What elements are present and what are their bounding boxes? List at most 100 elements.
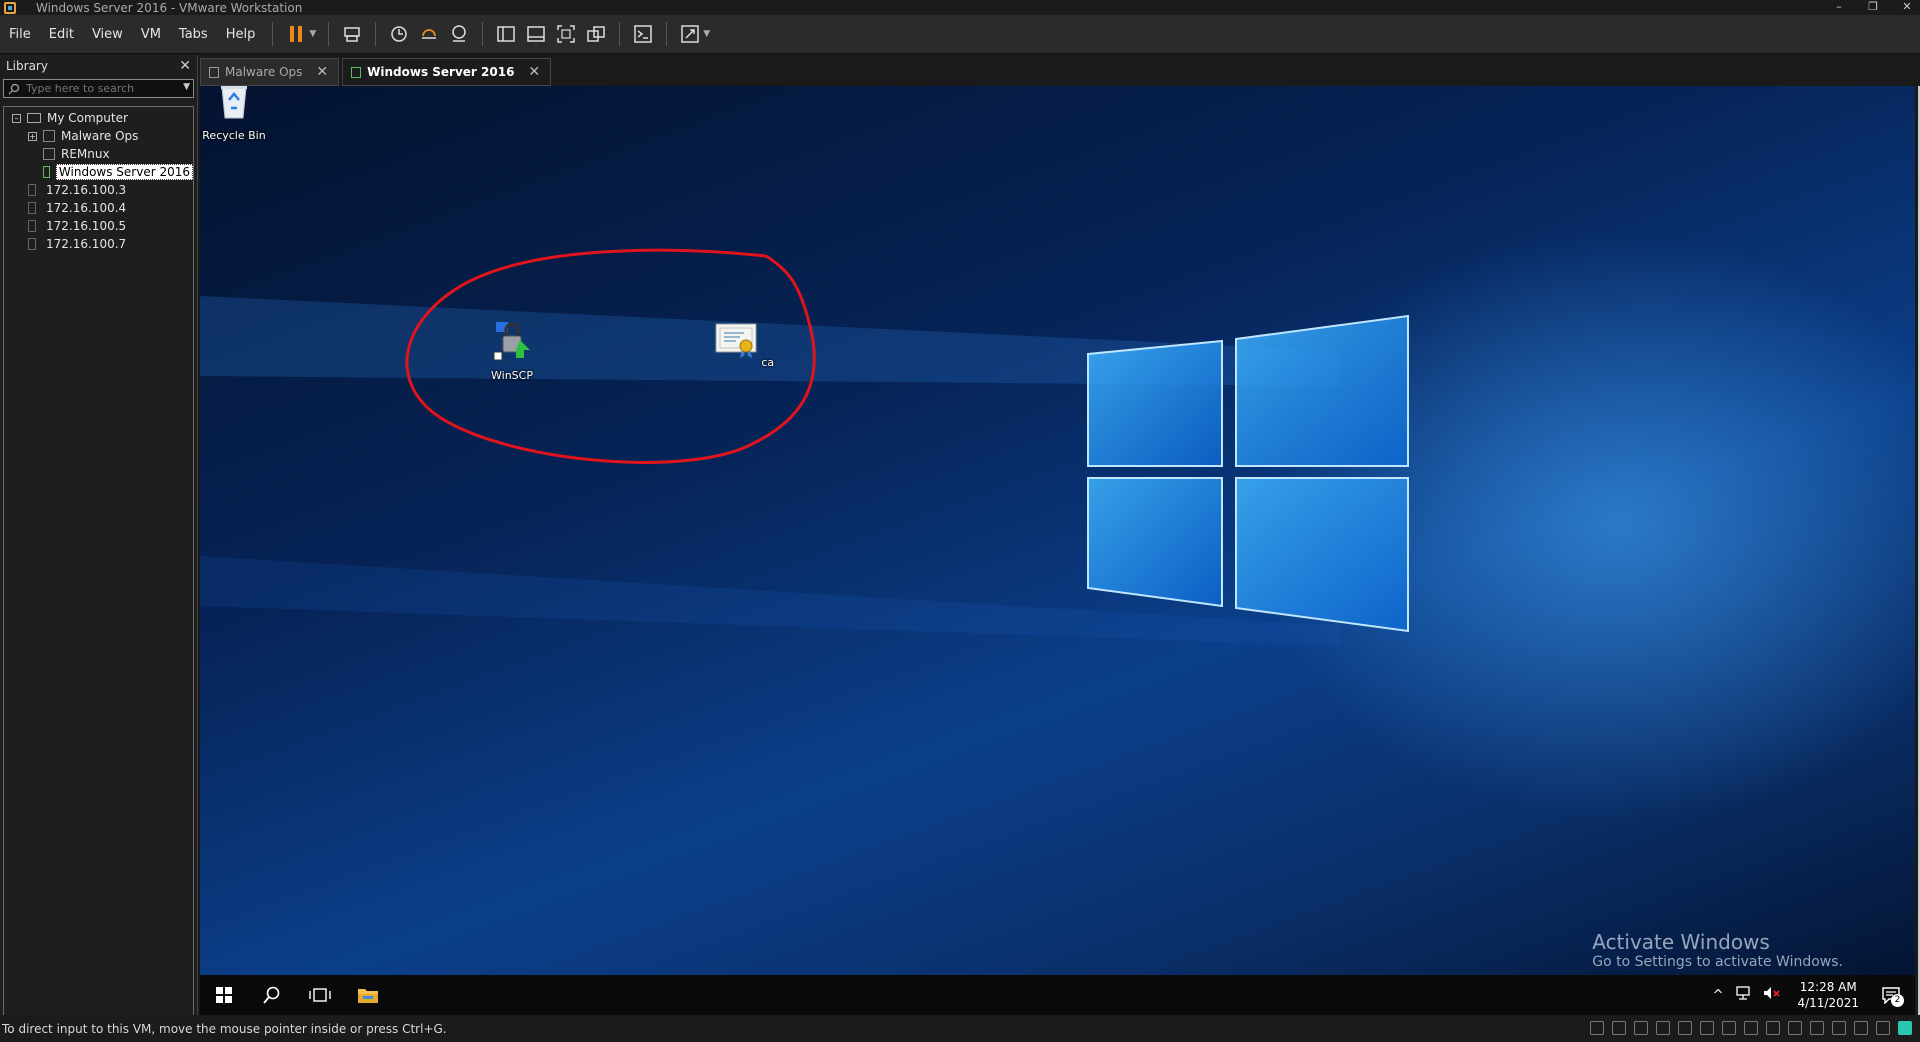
stretch-guest-icon xyxy=(681,25,700,43)
thumbnail-bar-button[interactable] xyxy=(524,22,548,46)
send-ctrl-alt-del-button[interactable] xyxy=(340,22,364,46)
tab-malware-ops[interactable]: Malware Ops ✕ xyxy=(200,58,340,86)
usb-device-icon[interactable] xyxy=(1810,1021,1824,1035)
toolbar-separator xyxy=(619,22,621,46)
tree-item-my-computer[interactable]: – My Computer xyxy=(4,109,193,127)
vm-tabs: Malware Ops ✕ Windows Server 2016 ✕ xyxy=(200,58,554,86)
library-header: Library ✕ xyxy=(0,55,197,77)
desktop-icon-winscp[interactable]: WinSCP xyxy=(472,318,552,382)
collapse-toggle[interactable]: – xyxy=(12,113,21,123)
power-dropdown-arrow[interactable]: ▼ xyxy=(309,29,316,39)
pause-button[interactable] xyxy=(284,22,308,46)
clock[interactable]: 12:28 AM 4/11/2021 xyxy=(1797,979,1859,1011)
tab-close-button[interactable]: ✕ xyxy=(528,64,540,80)
desktop-icon-ca[interactable]: ca xyxy=(704,318,784,369)
recycle-bin-icon xyxy=(221,86,247,119)
message-log-icon[interactable] xyxy=(1898,1021,1912,1035)
snapshot-manager-button[interactable] xyxy=(447,22,471,46)
clock-time: 12:28 AM xyxy=(1799,980,1857,994)
printer-icon[interactable] xyxy=(1700,1021,1714,1035)
guest-taskbar: ^ 12:28 AM 4/11/2021 2 xyxy=(200,975,1915,1015)
network-adapter-icon[interactable] xyxy=(1656,1021,1670,1035)
full-screen-button[interactable] xyxy=(554,22,578,46)
cd-dvd-icon[interactable] xyxy=(1612,1021,1626,1035)
vmware-workstation-window: Windows Server 2016 - VMware Workstation… xyxy=(0,0,1920,1042)
close-button[interactable]: ✕ xyxy=(1900,0,1914,13)
library-search-input[interactable] xyxy=(26,82,176,95)
vm-icon xyxy=(209,66,219,78)
menu-tabs[interactable]: Tabs xyxy=(170,27,217,42)
activation-subtitle: Go to Settings to activate Windows. xyxy=(1592,954,1843,970)
sound-card-icon[interactable] xyxy=(1722,1021,1736,1035)
console-view-button[interactable] xyxy=(631,22,655,46)
library-panel: Library ✕ ▼ – My Computer + Malware Ops … xyxy=(0,55,198,1016)
windows-wallpaper xyxy=(200,248,1409,646)
clock-date: 4/11/2021 xyxy=(1797,996,1859,1010)
library-search[interactable]: ▼ xyxy=(3,79,194,98)
task-view-button[interactable] xyxy=(296,975,344,1015)
library-close-button[interactable]: ✕ xyxy=(179,58,191,74)
usb-device-icon[interactable] xyxy=(1766,1021,1780,1035)
volume-muted-icon[interactable] xyxy=(1763,986,1781,1004)
floppy-icon[interactable] xyxy=(1634,1021,1648,1035)
menu-view[interactable]: View xyxy=(83,27,132,42)
search-button[interactable] xyxy=(248,975,296,1015)
maximize-button[interactable]: ❐ xyxy=(1866,0,1880,13)
usb-device-icon[interactable] xyxy=(1744,1021,1758,1035)
tree-item-label: 172.16.100.5 xyxy=(46,219,127,233)
network-adapter-icon[interactable] xyxy=(1678,1021,1692,1035)
show-library-button[interactable] xyxy=(494,22,518,46)
task-view-icon xyxy=(309,988,331,1002)
show-library-icon xyxy=(497,26,516,42)
snapshot-button[interactable] xyxy=(387,22,411,46)
menu-vm[interactable]: VM xyxy=(132,27,170,42)
desktop-icon-recycle-bin[interactable]: Recycle Bin xyxy=(200,86,274,142)
tree-item-windows-server-2016[interactable]: Windows Server 2016 xyxy=(4,163,193,181)
tree-item-remnux[interactable]: REMnux xyxy=(4,145,193,163)
tree-item-host[interactable]: 172.16.100.5 xyxy=(4,217,193,235)
window-controls: – ❐ ✕ xyxy=(1832,0,1914,13)
revert-snapshot-button[interactable] xyxy=(417,22,441,46)
start-button[interactable] xyxy=(200,975,248,1015)
send-ctrl-alt-del-icon xyxy=(344,27,361,42)
tab-windows-server-2016[interactable]: Windows Server 2016 ✕ xyxy=(342,58,552,86)
expand-toggle[interactable]: + xyxy=(28,131,37,141)
stretch-guest-button[interactable] xyxy=(678,22,702,46)
show-hidden-icons-chevron[interactable]: ^ xyxy=(1713,988,1724,1003)
tree-item-malware-ops[interactable]: + Malware Ops xyxy=(4,127,193,145)
display-icon[interactable] xyxy=(1854,1021,1868,1035)
file-explorer-button[interactable] xyxy=(344,975,392,1015)
usb-device-icon[interactable] xyxy=(1788,1021,1802,1035)
minimize-button[interactable]: – xyxy=(1832,0,1846,13)
search-icon xyxy=(263,986,280,1004)
system-tray: ^ 12:28 AM 4/11/2021 2 xyxy=(1707,975,1915,1015)
unity-icon xyxy=(587,26,606,42)
network-icon[interactable] xyxy=(1735,986,1751,1004)
search-dropdown-arrow[interactable]: ▼ xyxy=(183,82,190,92)
tree-item-host[interactable]: 172.16.100.3 xyxy=(4,181,193,199)
menu-help[interactable]: Help xyxy=(217,27,265,42)
tree-item-label: Windows Server 2016 xyxy=(55,164,193,180)
window-title: Windows Server 2016 - VMware Workstation xyxy=(36,0,303,15)
snapshot-manager-icon xyxy=(452,25,467,42)
search-icon xyxy=(8,83,20,94)
computer-icon xyxy=(27,113,41,123)
hard-disk-icon[interactable] xyxy=(1590,1021,1604,1035)
unity-button[interactable] xyxy=(584,22,608,46)
tree-item-host[interactable]: 172.16.100.7 xyxy=(4,235,193,253)
library-title: Library xyxy=(6,59,48,73)
vm-icon xyxy=(43,130,55,142)
menu-edit[interactable]: Edit xyxy=(40,27,83,42)
stretch-dropdown-arrow[interactable]: ▼ xyxy=(703,29,710,39)
windows-start-icon xyxy=(216,987,232,1003)
tab-close-button[interactable]: ✕ xyxy=(316,64,328,80)
menu-file[interactable]: File xyxy=(0,27,40,42)
action-center-button[interactable]: 2 xyxy=(1877,981,1905,1009)
settings-icon[interactable] xyxy=(1876,1021,1890,1035)
snapshot-icon xyxy=(391,26,408,42)
vm-guest-display[interactable]: Recycle Bin WinSCP ca Activate Windows G… xyxy=(200,86,1915,1015)
vm-running-icon xyxy=(43,166,50,178)
usb-device-icon[interactable] xyxy=(1832,1021,1846,1035)
vm-running-icon xyxy=(351,66,362,78)
tree-item-host[interactable]: 172.16.100.4 xyxy=(4,199,193,217)
